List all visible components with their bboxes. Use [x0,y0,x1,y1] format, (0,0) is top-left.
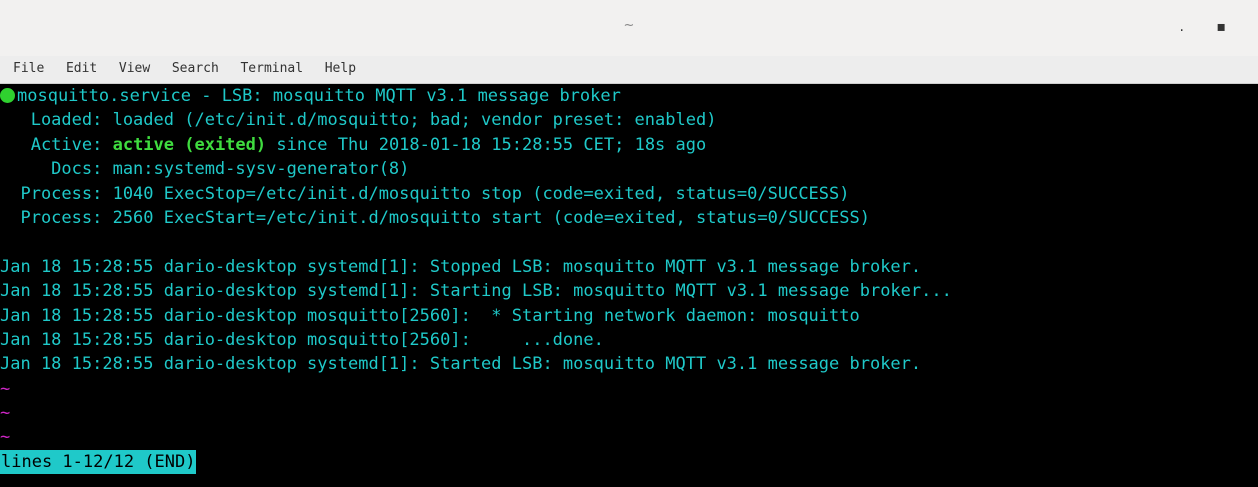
log-line: Jan 18 15:28:55 dario-desktop systemd[1]… [0,354,922,375]
terminal-lines: mosquitto.service - LSB: mosquitto MQTT … [0,84,952,475]
tilde-line: ~ [0,378,11,399]
service-header: mosquitto.service - LSB: mosquitto MQTT … [17,86,621,106]
loaded-line: Loaded: loaded (/etc/init.d/mosquitto; b… [0,110,717,131]
menu-help[interactable]: Help [325,56,356,82]
minimize-icon[interactable]: . [1180,20,1184,34]
active-state: active (exited) [112,134,267,155]
log-line: Jan 18 15:28:55 dario-desktop systemd[1]… [0,281,952,302]
terminal-window: ~ . ▪ File Edit View Search Terminal Hel… [0,0,1258,487]
process-start-line: Process: 2560 ExecStart=/etc/init.d/mosq… [0,207,870,228]
status-dot-icon [0,88,15,103]
menu-view[interactable]: View [119,56,150,82]
log-line: Jan 18 15:28:55 dario-desktop systemd[1]… [0,256,922,277]
pager-status-line: lines 1-12/12 (END) [0,449,952,475]
maximize-icon[interactable]: ▪ [1217,20,1227,34]
menu-bar: File Edit View Search Terminal Help [0,56,1258,84]
docs-line: Docs: man:systemd-sysv-generator(8) [0,159,410,180]
tilde-line: ~ [0,427,11,448]
menu-terminal[interactable]: Terminal [240,56,303,82]
terminal-output[interactable]: mosquitto.service - LSB: mosquitto MQTT … [0,84,1258,487]
pager-status: lines 1-12/12 (END) [0,449,197,475]
active-line: Active: active (exited) since Thu 2018-0… [0,133,952,157]
service-header-line: mosquitto.service - LSB: mosquitto MQTT … [0,84,952,108]
active-suffix: since Thu 2018-01-18 15:28:55 CET; 18s a… [266,134,707,155]
window-title: ~ [623,18,635,33]
menu-edit[interactable]: Edit [66,56,97,82]
menu-search[interactable]: Search [172,56,219,82]
menu-file[interactable]: File [13,56,44,82]
tilde-line: ~ [0,403,11,424]
log-line: Jan 18 15:28:55 dario-desktop mosquitto[… [0,329,604,350]
log-line: Jan 18 15:28:55 dario-desktop mosquitto[… [0,305,860,326]
active-prefix: Active: [0,134,113,155]
title-bar[interactable]: ~ . ▪ [0,0,1258,57]
process-stop-line: Process: 1040 ExecStop=/etc/init.d/mosqu… [0,183,850,204]
